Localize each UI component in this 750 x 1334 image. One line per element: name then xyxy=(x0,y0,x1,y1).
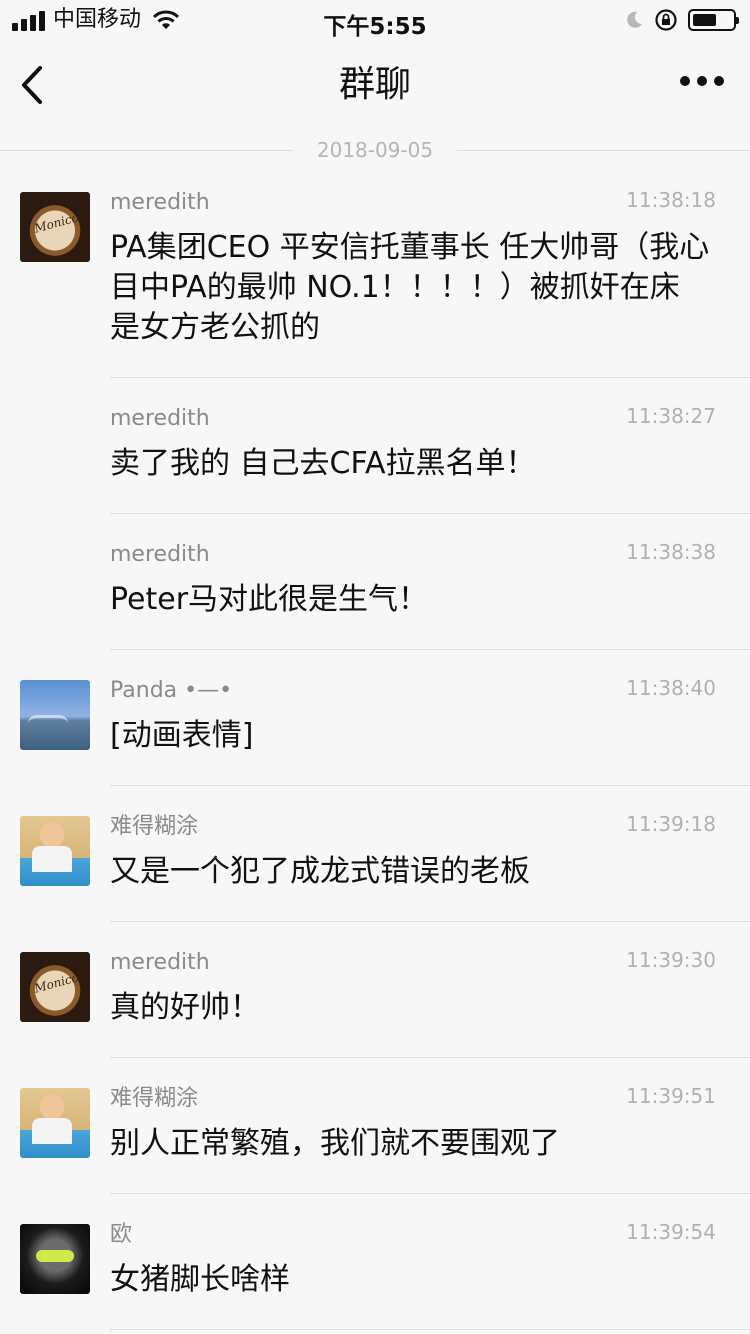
message-text: 又是一个犯了成龙式错误的老板 xyxy=(110,854,530,889)
message-time: 11:38:38 xyxy=(626,540,716,564)
child-avatar[interactable] xyxy=(20,1088,90,1158)
message-divider xyxy=(110,377,750,378)
status-right xyxy=(624,8,739,32)
coffee-avatar[interactable]: Monico xyxy=(20,192,90,262)
child-avatar[interactable] xyxy=(20,816,90,886)
message-text: 女猪脚长啥样 xyxy=(110,1262,290,1297)
battery-icon xyxy=(688,9,739,31)
message-divider xyxy=(110,513,750,514)
page-title: 群聊 xyxy=(338,64,411,105)
message-divider xyxy=(110,1057,750,1058)
message-divider xyxy=(110,1193,750,1194)
date-divider-text: 2018-09-05 xyxy=(292,138,458,162)
message-time: 11:38:18 xyxy=(626,188,716,212)
message-text: [动画表情] xyxy=(110,718,254,753)
message-time: 11:39:54 xyxy=(626,1220,716,1244)
message-divider xyxy=(110,649,750,650)
message-time: 11:38:40 xyxy=(626,676,716,700)
more-dots-icon[interactable] xyxy=(680,76,724,86)
hooded-avatar[interactable] xyxy=(20,1224,90,1294)
sender-name: meredith xyxy=(110,406,210,431)
message-text: 真的好帅！ xyxy=(110,990,260,1025)
date-divider: 2018-09-05 xyxy=(0,136,750,164)
message-text: PA集团CEO 平安信托董事长 任大帅哥（我心目中PA的最帅 NO.1！！！！）… xyxy=(110,230,710,345)
message-time: 11:39:51 xyxy=(626,1084,716,1108)
message-time: 11:39:30 xyxy=(626,948,716,972)
message-divider xyxy=(110,1329,750,1330)
moon-icon xyxy=(627,11,642,28)
sender-name: meredith xyxy=(110,190,210,215)
sender-name: meredith xyxy=(110,542,210,567)
status-bar: 中国移动 下午5:55 xyxy=(0,0,750,40)
sender-name: 欧 xyxy=(110,1222,133,1247)
rotation-lock-icon xyxy=(655,9,677,31)
sender-name: 难得糊涂 xyxy=(110,814,199,839)
message-time: 11:39:18 xyxy=(626,812,716,836)
message-divider xyxy=(110,921,750,922)
sender-name: meredith xyxy=(110,950,210,975)
coffee-avatar[interactable]: Monico xyxy=(20,952,90,1022)
navigation-bar: 群聊 xyxy=(0,40,750,150)
message-text: 卖了我的 自己去CFA拉黑名单！ xyxy=(110,446,536,481)
message-time: 11:38:27 xyxy=(626,404,716,428)
sender-name: Panda •—• xyxy=(110,678,233,703)
message-divider xyxy=(110,785,750,786)
harbour-avatar[interactable] xyxy=(20,680,90,750)
sender-name: 难得糊涂 xyxy=(110,1086,199,1111)
message-text: Peter马对此很是生气！ xyxy=(110,582,429,617)
message-text: 别人正常繁殖，我们就不要围观了 xyxy=(110,1126,560,1161)
